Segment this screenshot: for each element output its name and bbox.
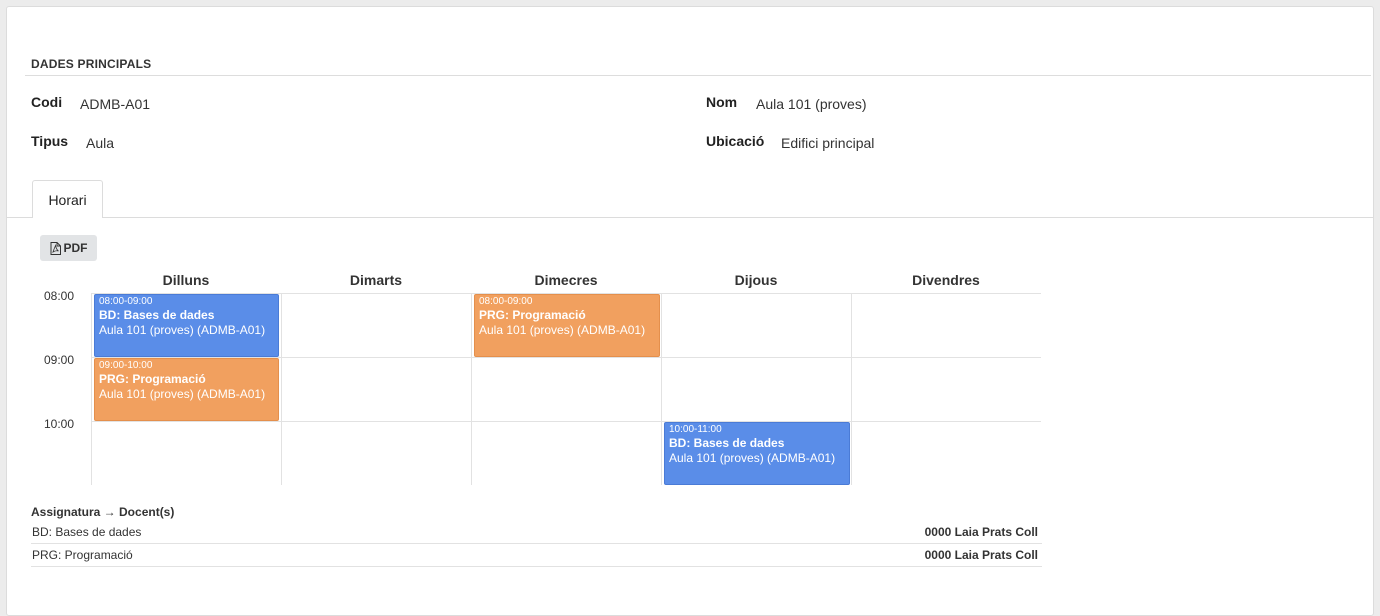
pdf-file-icon bbox=[50, 241, 61, 255]
ubicacio-label: Ubicació bbox=[706, 133, 765, 149]
day-header-dimecres: Dimecres bbox=[534, 272, 598, 288]
pdf-button-label: PDF bbox=[63, 241, 88, 255]
event-time: 10:00-11:00 bbox=[669, 424, 722, 435]
grid-column-line bbox=[281, 293, 282, 485]
event-time: 08:00-09:00 bbox=[479, 296, 533, 307]
room-detail-card: DADES PRINCIPALS Codi ADMB-A01 Nom Aula … bbox=[6, 6, 1374, 616]
codi-label: Codi bbox=[31, 94, 63, 110]
grid-column-line bbox=[661, 293, 662, 485]
time-label-0900: 09:00 bbox=[43, 353, 75, 367]
pdf-export-button[interactable]: PDF bbox=[40, 235, 97, 261]
event-room: Aula 101 (proves) (ADMB-A01) bbox=[669, 451, 836, 465]
event-prg-dilluns[interactable]: 09:00-10:00 PRG: Programació Aula 101 (p… bbox=[94, 358, 279, 421]
event-time: 08:00-09:00 bbox=[99, 296, 153, 307]
legend-header: Assignatura → Docent(s) bbox=[31, 505, 175, 519]
legend-teacher: 0000 Laia Prats Coll bbox=[924, 548, 1038, 562]
grid-column-line bbox=[91, 293, 92, 485]
day-header-divendres: Divendres bbox=[912, 272, 980, 288]
day-header-dilluns: Dilluns bbox=[162, 272, 210, 288]
subject-teacher-legend: Assignatura → Docent(s) BD: Bases de dad… bbox=[31, 503, 1042, 567]
tipus-value: Aula bbox=[86, 135, 115, 151]
legend-row: PRG: Programació 0000 Laia Prats Coll bbox=[31, 544, 1042, 567]
schedule-grid: Dilluns Dimarts Dimecres Dijous Divendre… bbox=[31, 269, 1042, 487]
time-label-0800: 08:00 bbox=[43, 289, 75, 303]
event-title: PRG: Programació bbox=[99, 372, 206, 386]
grid-line bbox=[91, 421, 1041, 422]
event-room: Aula 101 (proves) (ADMB-A01) bbox=[99, 387, 266, 401]
nom-label: Nom bbox=[706, 94, 738, 110]
event-prg-dimecres[interactable]: 08:00-09:00 PRG: Programació Aula 101 (p… bbox=[474, 294, 660, 357]
event-time: 09:00-10:00 bbox=[99, 360, 153, 371]
time-label-1000: 10:00 bbox=[43, 417, 75, 431]
event-room: Aula 101 (proves) (ADMB-A01) bbox=[99, 323, 266, 337]
codi-value: ADMB-A01 bbox=[80, 96, 151, 112]
legend-row: BD: Bases de dades 0000 Laia Prats Coll bbox=[31, 521, 1042, 544]
grid-column-line bbox=[471, 293, 472, 485]
event-room: Aula 101 (proves) (ADMB-A01) bbox=[479, 323, 646, 337]
event-title: BD: Bases de dades bbox=[669, 436, 785, 450]
day-header-dimarts: Dimarts bbox=[349, 272, 403, 288]
event-bd-dilluns[interactable]: 08:00-09:00 BD: Bases de dades Aula 101 … bbox=[94, 294, 279, 357]
tab-bar-divider bbox=[7, 217, 1373, 218]
ubicacio-value: Edifici principal bbox=[781, 135, 875, 151]
nom-value: Aula 101 (proves) bbox=[756, 96, 867, 112]
day-header-dijous: Dijous bbox=[734, 272, 778, 288]
section-divider bbox=[25, 75, 1371, 76]
section-title: DADES PRINCIPALS bbox=[31, 57, 152, 71]
grid-column-line bbox=[851, 293, 852, 485]
tipus-label: Tipus bbox=[31, 133, 69, 149]
event-bd-dijous[interactable]: 10:00-11:00 BD: Bases de dades Aula 101 … bbox=[664, 422, 850, 485]
legend-teacher: 0000 Laia Prats Coll bbox=[924, 525, 1038, 539]
tab-horari[interactable]: Horari bbox=[32, 180, 103, 218]
legend-subject: PRG: Programació bbox=[32, 548, 133, 562]
event-title: BD: Bases de dades bbox=[99, 308, 215, 322]
event-title: PRG: Programació bbox=[479, 308, 586, 322]
legend-subject: BD: Bases de dades bbox=[32, 525, 142, 539]
